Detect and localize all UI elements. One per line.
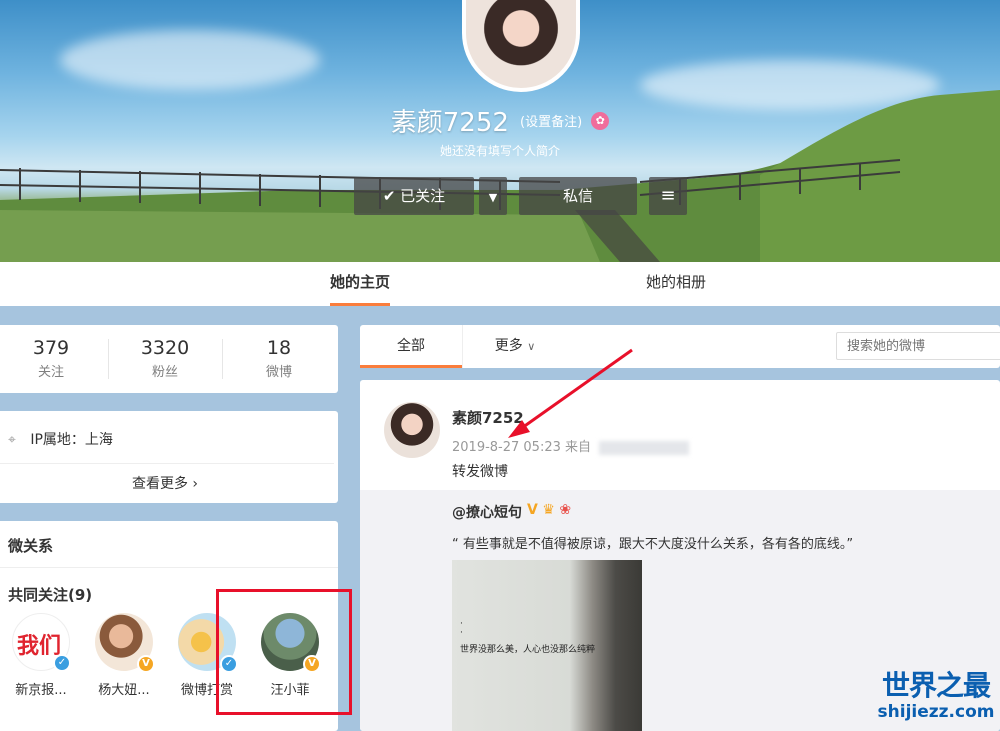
highlight-box bbox=[216, 589, 352, 715]
annotation-arrow bbox=[508, 348, 633, 438]
watermark-title: 世界之最 bbox=[881, 669, 991, 702]
watermark-domain: shijiezz.com bbox=[877, 702, 995, 722]
site-watermark: 世界之最 shijiezz.com bbox=[872, 669, 1000, 723]
